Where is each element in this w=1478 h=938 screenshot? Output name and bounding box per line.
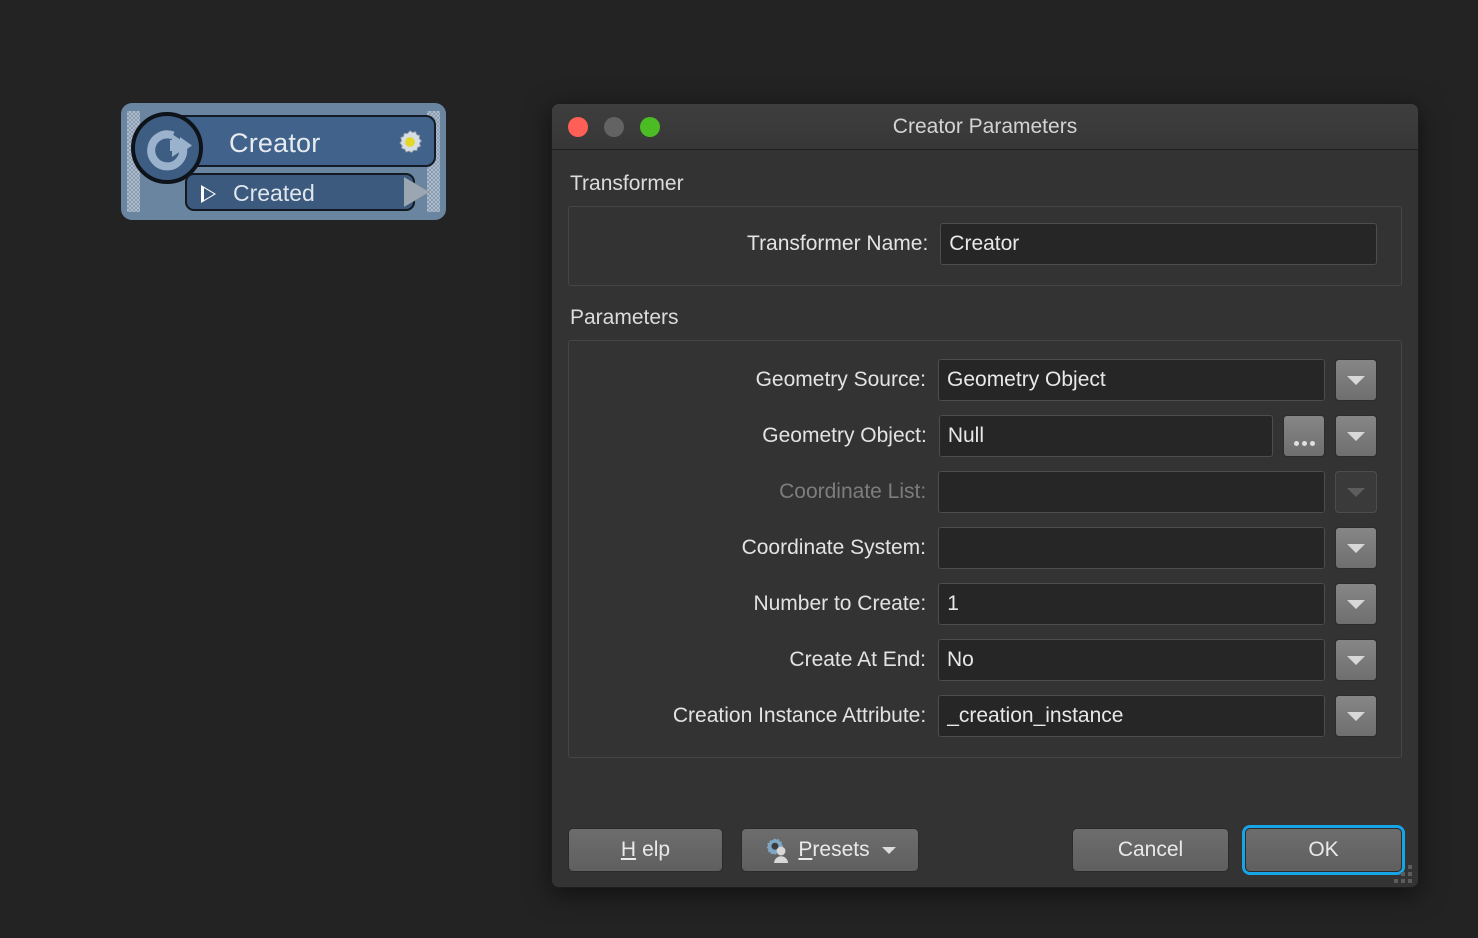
resize-grip[interactable]: [1390, 861, 1412, 883]
transformer-group: Transformer Name: Creator: [568, 206, 1402, 286]
param-input-creation-instance-attribute[interactable]: _creation_instance: [938, 695, 1325, 737]
help-button-mnemonic: H: [620, 838, 637, 861]
parameters-section-heading: Parameters: [570, 306, 679, 329]
param-browse-button-geometry-object[interactable]: [1283, 415, 1325, 457]
screen: Creator Created Creator Parameters Trans…: [0, 0, 1478, 938]
param-label-geometry-object: Geometry Object:: [762, 424, 927, 447]
param-label-creation-instance-attribute: Creation Instance Attribute:: [672, 704, 927, 727]
node-output-port-label: Created: [233, 180, 315, 206]
cancel-button[interactable]: Cancel: [1072, 828, 1229, 872]
param-label-coordinate-list: Coordinate List:: [779, 480, 927, 503]
transformer-name-input[interactable]: Creator: [940, 223, 1377, 265]
param-dropdown-button-creation-instance-attribute[interactable]: [1335, 695, 1377, 737]
transformer-section-heading: Transformer: [570, 172, 684, 195]
ellipsis-icon: [1293, 427, 1315, 446]
dialog-title: Creator Parameters: [892, 115, 1078, 138]
chevron-down-icon: [1347, 655, 1365, 665]
param-label-coordinate-system: Coordinate System:: [741, 536, 926, 559]
presets-button-mnemonic: P: [798, 838, 813, 861]
node-title: Creator: [229, 128, 321, 158]
play-triangle-icon: [201, 185, 216, 203]
param-label-geometry-source: Geometry Source:: [755, 368, 926, 391]
param-label-number-to-create: Number to Create:: [753, 592, 927, 615]
creator-parameters-dialog: Creator Parameters Transformer Transform…: [551, 103, 1419, 888]
param-combobox-coordinate-system[interactable]: [938, 527, 1325, 569]
param-dropdown-button-geometry-object[interactable]: [1335, 415, 1377, 457]
help-button-label: elp: [642, 838, 671, 861]
chevron-down-icon: [1347, 599, 1365, 609]
parameters-group: Geometry Source: Geometry Object Geometr…: [568, 340, 1402, 758]
dialog-body: Transformer Transformer Name: Creator Pa…: [552, 150, 1418, 887]
node-output-port-created[interactable]: Created: [185, 173, 415, 211]
chevron-down-icon: [1347, 431, 1365, 441]
param-row-coordinate-list: Coordinate List:: [583, 471, 1377, 513]
chevron-down-icon: [1347, 543, 1365, 553]
gear-person-icon: [764, 837, 792, 864]
param-input-number-to-create[interactable]: 1: [938, 583, 1325, 625]
chevron-down-icon: [1347, 487, 1365, 497]
param-row-number-to-create: Number to Create: 1: [583, 583, 1377, 625]
param-row-coordinate-system: Coordinate System:: [583, 527, 1377, 569]
param-row-create-at-end: Create At End: No: [583, 639, 1377, 681]
param-label-create-at-end: Create At End:: [789, 648, 926, 671]
param-dropdown-button-coordinate-system[interactable]: [1335, 527, 1377, 569]
param-combobox-geometry-source[interactable]: Geometry Object: [938, 359, 1325, 401]
chevron-down-icon: [881, 846, 896, 854]
node-output-arrow-icon: [404, 177, 430, 207]
creator-transformer-node[interactable]: Creator Created: [121, 103, 446, 220]
gear-icon[interactable]: [396, 128, 424, 156]
dialog-footer: Help Presets Cancel OK: [552, 811, 1418, 887]
dialog-titlebar[interactable]: Creator Parameters: [552, 104, 1418, 150]
ok-button[interactable]: OK: [1245, 828, 1402, 872]
param-dropdown-button-coordinate-list: [1335, 471, 1377, 513]
presets-button[interactable]: Presets: [741, 828, 919, 872]
chevron-down-icon: [1347, 375, 1365, 385]
param-dropdown-button-create-at-end[interactable]: [1335, 639, 1377, 681]
presets-button-label: resets: [812, 838, 870, 861]
param-row-creation-instance-attribute: Creation Instance Attribute: _creation_i…: [583, 695, 1377, 737]
param-dropdown-button-number-to-create[interactable]: [1335, 583, 1377, 625]
param-combobox-create-at-end[interactable]: No: [938, 639, 1325, 681]
param-input-geometry-object[interactable]: Null: [938, 415, 1273, 457]
param-row-geometry-source: Geometry Source: Geometry Object: [583, 359, 1377, 401]
help-button[interactable]: Help: [568, 828, 723, 872]
chevron-down-icon: [1347, 711, 1365, 721]
transformer-name-label: Transformer Name:: [747, 232, 929, 255]
param-dropdown-button-geometry-source[interactable]: [1335, 359, 1377, 401]
transformer-name-row: Transformer Name: Creator: [583, 223, 1377, 265]
param-input-coordinate-list: [938, 471, 1325, 513]
param-row-geometry-object: Geometry Object: Null: [583, 415, 1377, 457]
